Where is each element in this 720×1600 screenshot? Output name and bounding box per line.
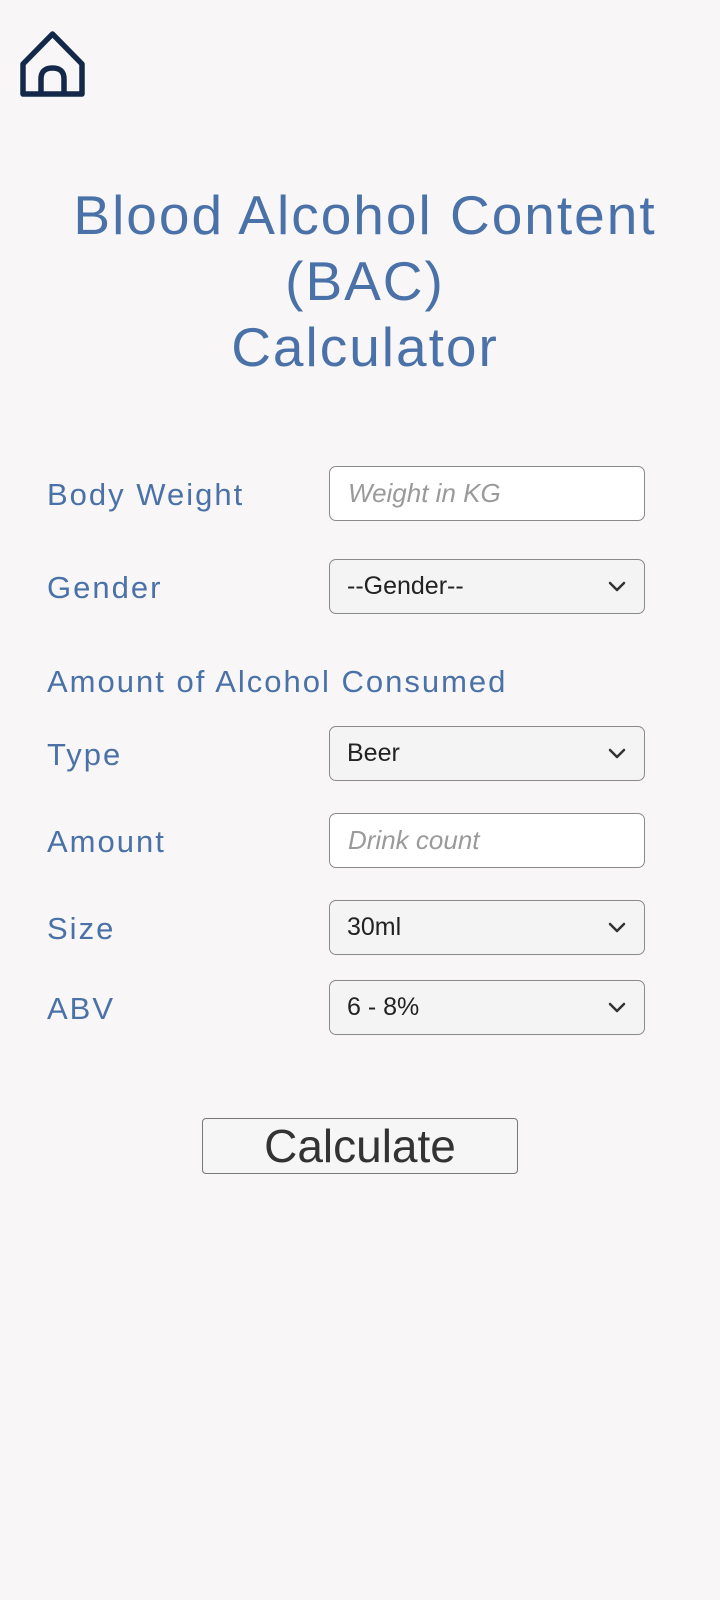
body-weight-label: Body Weight: [47, 477, 245, 512]
chevron-down-icon: [608, 1002, 626, 1012]
page-title: Blood Alcohol Content (BAC) Calculator: [0, 182, 720, 380]
title-line-3: Calculator: [231, 316, 499, 378]
home-icon: [20, 31, 85, 97]
abv-select-value: 6 - 8%: [347, 993, 420, 1021]
abv-select[interactable]: 6 - 8%: [329, 980, 645, 1035]
type-select[interactable]: Beer: [329, 726, 645, 781]
body-weight-input[interactable]: [329, 466, 645, 521]
alcohol-consumed-heading: Amount of Alcohol Consumed: [47, 664, 508, 699]
chevron-down-icon: [608, 581, 626, 591]
gender-select[interactable]: --Gender--: [329, 559, 645, 614]
size-label: Size: [47, 911, 116, 946]
title-line-1: Blood Alcohol Content: [73, 184, 657, 246]
title-line-2: (BAC): [285, 250, 445, 312]
type-select-value: Beer: [347, 739, 400, 767]
size-select[interactable]: 30ml: [329, 900, 645, 955]
amount-label: Amount: [47, 824, 166, 859]
home-button[interactable]: [18, 28, 88, 98]
size-select-value: 30ml: [347, 913, 402, 941]
amount-input[interactable]: [329, 813, 645, 868]
gender-label: Gender: [47, 570, 163, 605]
gender-select-value: --Gender--: [347, 572, 464, 600]
type-label: Type: [47, 737, 123, 772]
abv-label: ABV: [47, 991, 116, 1026]
chevron-down-icon: [608, 922, 626, 932]
chevron-down-icon: [608, 748, 626, 758]
calculate-button[interactable]: Calculate: [202, 1118, 518, 1174]
